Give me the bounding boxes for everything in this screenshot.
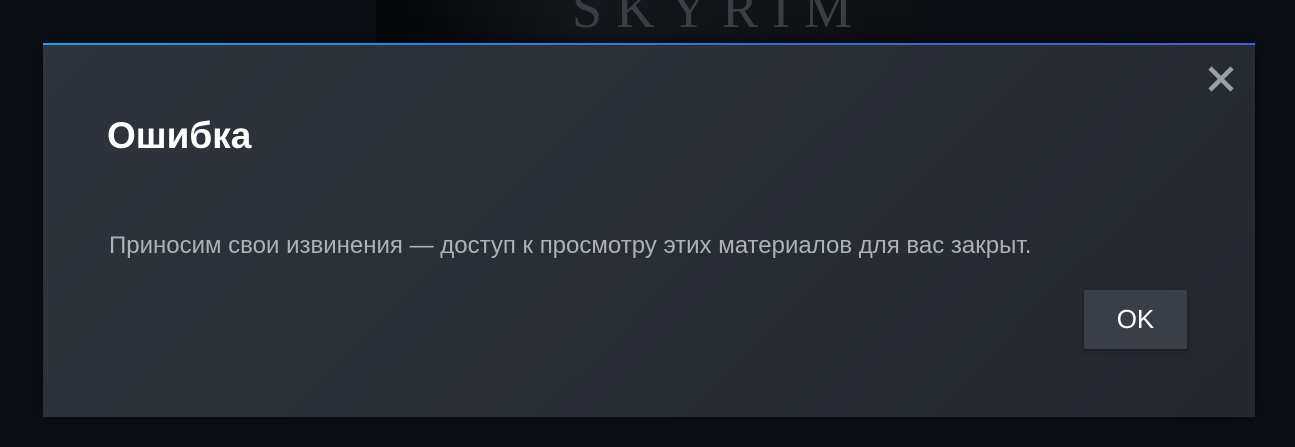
ok-button[interactable]: OK	[1084, 290, 1187, 349]
close-icon	[1208, 66, 1234, 92]
game-banner: SKYRIM	[376, 0, 924, 44]
error-dialog: Ошибка Приносим свои извинения — доступ …	[43, 43, 1255, 417]
banner-title: SKYRIM	[572, 0, 867, 39]
dialog-message: Приносим свои извинения — доступ к просм…	[109, 232, 1032, 259]
dialog-accent-line	[43, 43, 1255, 45]
close-button[interactable]	[1205, 63, 1237, 95]
dialog-title: Ошибка	[107, 115, 252, 156]
